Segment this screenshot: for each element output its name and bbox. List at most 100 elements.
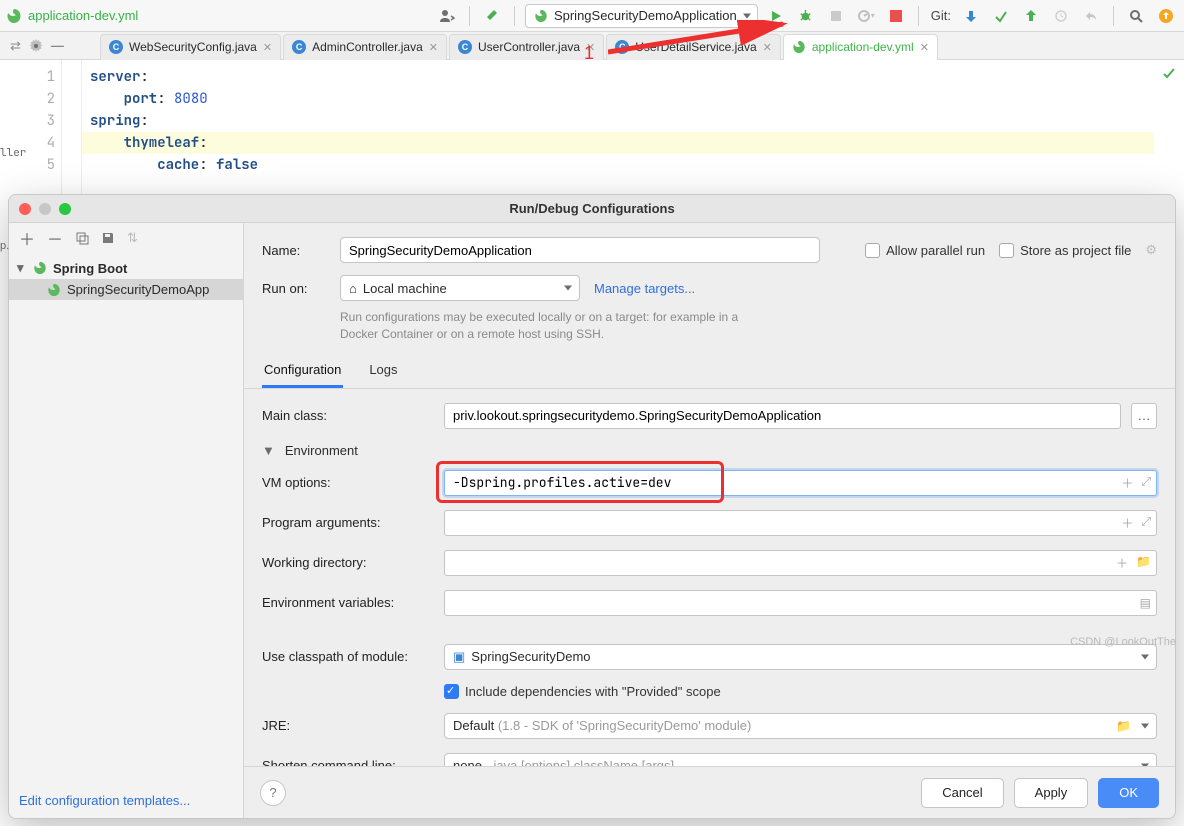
main-toolbar: application-dev.yml SpringSecurityDemoAp…	[0, 0, 1184, 32]
close-icon[interactable]: ✕	[429, 41, 438, 54]
browse-main-class-button[interactable]: …	[1131, 403, 1157, 429]
help-button[interactable]: ?	[260, 780, 286, 806]
insert-macro-icon[interactable]: ＋	[1121, 514, 1133, 531]
allow-parallel-checkbox[interactable]: Allow parallel run	[865, 243, 985, 258]
include-provided-checkbox[interactable]: Include dependencies with "Provided" sco…	[444, 684, 721, 699]
jre-label: JRE:	[262, 718, 434, 733]
working-dir-input[interactable]	[444, 550, 1157, 576]
insert-macro-icon[interactable]: ＋	[1121, 474, 1133, 491]
close-icon[interactable]: ✕	[763, 41, 772, 54]
user-switch-icon[interactable]	[435, 4, 459, 28]
main-class-label: Main class:	[262, 408, 434, 423]
module-icon: ▣	[453, 649, 465, 665]
spring-leaf-icon	[47, 283, 61, 297]
dialog-footer: ? Cancel Apply OK	[244, 766, 1175, 818]
stop-icon[interactable]	[884, 4, 908, 28]
coverage-icon[interactable]	[824, 4, 848, 28]
main-class-input[interactable]	[444, 403, 1121, 429]
tab-configuration[interactable]: Configuration	[262, 362, 343, 388]
run-debug-config-dialog: Run/Debug Configurations ＋ － ⇅ ▾ Spring …	[8, 194, 1176, 819]
insert-macro-icon[interactable]: ＋	[1116, 554, 1128, 571]
rollback-icon[interactable]	[1079, 4, 1103, 28]
browse-folder-icon[interactable]: 📁	[1136, 554, 1151, 571]
git-commit-icon[interactable]	[989, 4, 1013, 28]
run-on-dropdown[interactable]: ⌂ Local machine	[340, 275, 580, 301]
save-config-icon[interactable]	[101, 231, 115, 245]
expand-field-icon[interactable]: ⤢	[1141, 474, 1151, 491]
program-args-input[interactable]	[444, 510, 1157, 536]
left-toolwindow-label: ller	[0, 146, 20, 160]
run-icon[interactable]	[764, 4, 788, 28]
browse-folder-icon[interactable]: 📁	[1116, 719, 1131, 733]
breadcrumb-file: application-dev.yml	[28, 8, 138, 23]
inspection-status[interactable]	[1154, 60, 1184, 194]
close-icon[interactable]: ✕	[263, 41, 272, 54]
git-push-icon[interactable]	[1019, 4, 1043, 28]
jre-dropdown[interactable]: Default (1.8 - SDK of 'SpringSecurityDem…	[444, 713, 1157, 739]
annotation-1: 1	[584, 43, 594, 64]
store-project-checkbox[interactable]: Store as project file	[999, 243, 1131, 258]
run-on-hint: Run configurations may be executed local…	[244, 303, 784, 344]
java-class-icon: C	[109, 40, 123, 54]
editor-tab[interactable]: application-dev.yml✕	[783, 34, 938, 60]
debug-icon[interactable]	[794, 4, 818, 28]
program-args-label: Program arguments:	[262, 515, 434, 530]
minimize-icon[interactable]: —	[51, 38, 64, 53]
ide-update-icon[interactable]	[1154, 4, 1178, 28]
expand-all-icon[interactable]: ⇄	[10, 38, 21, 54]
spring-leaf-icon	[534, 9, 548, 23]
add-config-icon[interactable]: ＋	[19, 226, 35, 250]
git-label: Git:	[929, 8, 953, 23]
chevron-down-icon[interactable]: ▼	[262, 443, 275, 458]
name-label: Name:	[262, 243, 326, 258]
expand-field-icon[interactable]: ⤢	[1141, 514, 1151, 531]
run-on-label: Run on:	[262, 281, 326, 296]
run-config-dropdown[interactable]: SpringSecurityDemoApplication	[525, 4, 758, 28]
search-icon[interactable]	[1124, 4, 1148, 28]
home-icon: ⌂	[349, 281, 357, 296]
git-update-icon[interactable]	[959, 4, 983, 28]
shorten-cmd-dropdown[interactable]: none - java [options] className [args]	[444, 753, 1157, 766]
dialog-title: Run/Debug Configurations	[9, 201, 1175, 216]
editor-tab[interactable]: CUserDetailService.java✕	[606, 34, 781, 60]
run-config-label: SpringSecurityDemoApplication	[554, 8, 737, 23]
spring-leaf-icon	[6, 8, 22, 24]
env-vars-input[interactable]	[444, 590, 1157, 616]
cancel-button[interactable]: Cancel	[921, 778, 1003, 808]
manage-targets-link[interactable]: Manage targets...	[594, 281, 695, 296]
gear-icon[interactable]	[29, 39, 43, 53]
editor-tab[interactable]: CWebSecurityConfig.java✕	[100, 34, 281, 60]
list-icon[interactable]: ▤	[1140, 596, 1151, 610]
history-icon[interactable]	[1049, 4, 1073, 28]
working-dir-label: Working directory:	[262, 555, 434, 570]
editor-tab[interactable]: CAdminController.java✕	[283, 34, 447, 60]
tree-springboot-node[interactable]: ▾ Spring Boot	[9, 257, 243, 279]
ok-button[interactable]: OK	[1098, 778, 1159, 808]
editor-content[interactable]: server: port: 8080spring: thymeleaf: cac…	[82, 60, 1154, 194]
tree-config-item[interactable]: SpringSecurityDemoApp	[9, 279, 243, 300]
name-input[interactable]	[340, 237, 820, 263]
dialog-titlebar: Run/Debug Configurations	[9, 195, 1175, 223]
config-tree-panel: ＋ － ⇅ ▾ Spring Boot SpringSecurityDemoAp…	[9, 223, 244, 818]
left-toolwindow-label2: p.	[0, 240, 10, 252]
vm-options-input[interactable]	[444, 470, 1157, 496]
move-config-icon[interactable]: ⇅	[127, 230, 138, 246]
copy-config-icon[interactable]	[75, 231, 89, 245]
config-form-panel: Name: Allow parallel run Store as projec…	[244, 223, 1175, 818]
fold-column	[62, 60, 82, 194]
environment-section-label: Environment	[285, 443, 358, 458]
editor-tab[interactable]: CUserController.java✕	[449, 34, 604, 60]
gear-icon[interactable]: ⚙	[1145, 242, 1157, 258]
remove-config-icon[interactable]: －	[47, 226, 63, 250]
tab-logs[interactable]: Logs	[367, 362, 399, 388]
classpath-dropdown[interactable]: ▣ SpringSecurityDemo	[444, 644, 1157, 670]
watermark: CSDN @LookOutThe	[1070, 636, 1176, 648]
breadcrumb: application-dev.yml	[6, 8, 138, 24]
profile-icon[interactable]: ▾	[854, 4, 878, 28]
java-class-icon: C	[615, 40, 629, 54]
edit-templates-link[interactable]: Edit configuration templates...	[19, 793, 190, 808]
close-icon[interactable]: ✕	[920, 41, 929, 54]
build-hammer-icon[interactable]	[480, 4, 504, 28]
env-vars-label: Environment variables:	[262, 595, 434, 610]
apply-button[interactable]: Apply	[1014, 778, 1089, 808]
